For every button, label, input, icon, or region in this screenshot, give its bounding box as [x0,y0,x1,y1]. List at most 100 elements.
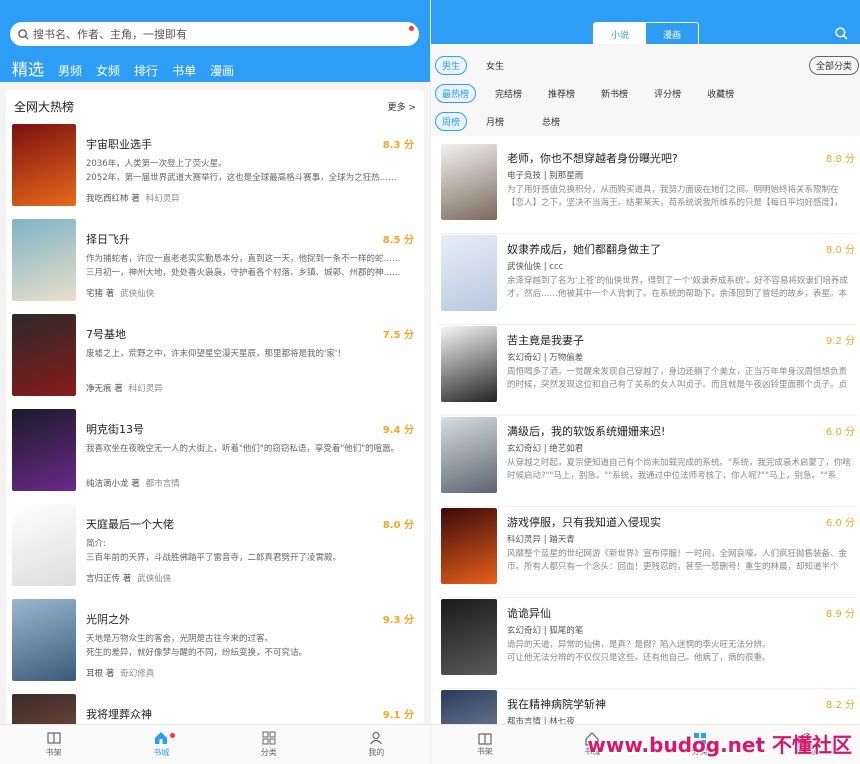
book-cover[interactable] [441,235,497,311]
ranking-pane: 小说 漫画 男生 女生 全部分类 最热榜 完结榜 推荐榜 新书榜 评分榜 收藏榜… [430,0,860,764]
book-author: 宅猪 著 [86,289,115,299]
notification-dot [169,733,175,738]
book-title: 天庭最后一个大佬 [86,518,174,531]
nav-category[interactable]: 分类 [215,725,323,764]
book-score: 8.8 分 [825,154,855,165]
tab-female[interactable]: 女频 [96,62,120,79]
rank-book-item[interactable]: 苦主竟是我妻子 9.2 分玄幻奇幻 | 万物偷差 周恒喝多了酒，一觉醒来发现自己穿越… [439,326,857,416]
book-title: 诡诡异仙 [507,607,551,620]
book-cover[interactable] [12,409,76,491]
book-cover[interactable] [441,326,497,402]
book-item[interactable]: 我将埋葬众神 9.1 分 [12,694,418,724]
channel-tabs: 精选 男频 女频 排行 书单 漫画 [12,56,248,80]
book-title: 我在精神病院学斩神 [507,698,606,711]
chip-completed[interactable]: 完结榜 [488,84,529,103]
book-title: 满级后，我的软饭系统姗姗来迟! [507,425,666,438]
rank-book-item[interactable]: 诡诡异仙 8.9 分玄幻奇幻 | 狐尾的笔诡异的天道，异常的仙佛，是真？是假？陷入… [439,599,857,689]
seg-novel[interactable]: 小说 [594,23,646,45]
book-item[interactable]: 天庭最后一个大佬 8.0 分简介: 三百年前的天界，斗战胜佛踏平了雷音寺，二郎真君… [12,504,418,598]
tab-comics[interactable]: 漫画 [210,62,234,79]
book-cover[interactable] [441,144,497,220]
book-desc: 诡异的天道，异常的仙佛，是真？是假？陷入迷惘的李火旺无法分辨。 可让他无法分辨的… [507,640,771,663]
tab-booklist[interactable]: 书单 [172,62,196,79]
more-link[interactable]: 更多 > [388,100,416,113]
ranking-header: 小说 漫画 [431,0,860,46]
bookstore-pane: 搜书名、作者、主角，一搜即有 精选 男频 女频 排行 书单 漫画 全网大热榜 更… [0,0,430,764]
tab-featured[interactable]: 精选 [12,56,44,80]
chip-new[interactable]: 新书榜 [594,84,635,103]
user-icon [370,731,383,745]
book-author: 纯洁滴小龙 著 [86,479,140,489]
book-score: 7.5 分 [382,330,414,341]
book-score: 6.0 分 [825,427,855,438]
book-title: 宇宙职业选手 [86,138,152,151]
book-category: 都市言情 [145,479,180,489]
book-cover[interactable] [12,314,76,396]
book-cover[interactable] [441,508,497,584]
book-cover[interactable] [12,599,76,681]
book-score: 9.3 分 [382,615,414,626]
book-item[interactable]: 择日飞升 8.5 分作为捕蛇者，许应一直老老实实勤恳本分，直到这一天，他捉到一条不… [12,219,418,313]
chip-rating[interactable]: 评分榜 [647,84,688,103]
search-icon[interactable] [835,27,848,40]
chip-favorites[interactable]: 收藏榜 [700,84,741,103]
book-title: 老师，你也不想穿越者身份曝光吧? [507,152,678,165]
book-cover[interactable] [12,219,76,301]
book-title: 明克街13号 [86,423,144,436]
nav-mine[interactable]: 我的 [323,725,431,764]
nav-label: 书城 [153,748,170,757]
chip-total[interactable]: 总榜 [535,112,567,131]
tab-male[interactable]: 男频 [58,62,82,79]
book-score: 8.0 分 [825,245,855,256]
book-title: 光阴之外 [86,613,130,626]
app-root: 搜书名、作者、主角，一搜即有 精选 男频 女频 排行 书单 漫画 全网大热榜 更… [0,0,860,764]
chip-monthly[interactable]: 月榜 [479,112,511,131]
book-meta: 言归正传 著武侠仙侠 [86,572,171,584]
nav-bookshelf[interactable]: 书架 [431,725,539,764]
search-input[interactable]: 搜书名、作者、主角，一搜即有 [10,22,419,46]
book-score: 8.5 分 [382,235,414,246]
chip-female[interactable]: 女生 [479,56,511,75]
book-meta: 玄幻奇幻 | 狐尾的笔 [507,626,584,636]
nav-label: 书架 [476,747,493,756]
chip-hottest[interactable]: 最热榜 [435,84,477,103]
book-meta: 科幻灵异 | 踏天青 [507,535,575,545]
book-title: 择日飞升 [86,233,130,246]
rank-book-item[interactable]: 满级后，我的软饭系统姗姗来迟! 6.0 分玄幻奇幻 | 绝艺如君 从穿越之时起，夏宗… [439,417,857,507]
book-item[interactable]: 宇宙职业选手 8.3 分 2036年，人类第一次登上了荧火星。 2052年，第一届世… [12,124,418,218]
nav-bookshelf[interactable]: 书架 [0,725,108,764]
book-cover[interactable] [441,599,497,675]
tab-ranking[interactable]: 排行 [134,62,158,79]
book-score: 9.2 分 [825,336,855,347]
rank-book-item[interactable]: 游戏停服，只有我知道入侵现实 6.0 分科幻灵异 | 踏天青 风靡整个蓝星的世纪网游… [439,508,857,598]
book-item[interactable]: 光阴之外 9.3 分天地是万物众生的客舍，光阴是古往今来的过客。 死生的差异，就好… [12,599,418,693]
book-cover[interactable] [12,124,76,206]
book-score: 9.4 分 [382,425,414,436]
bottom-nav: 书架 书城 分类 我的 [0,724,430,764]
book-desc: 周恒喝多了酒，一觉醒来发现自己穿越了，身边还躺了个美女，正当万年单身汉周恒想负责… [507,367,848,390]
book-desc: 从穿越之时起，夏宗便知道自己有个尚未加载完成的系统。"系统，我完成衰术启蒙了，你… [507,458,851,481]
book-cover[interactable] [12,694,76,724]
chip-weekly[interactable]: 周榜 [435,112,468,131]
book-desc: 我喜欢坐在夜晚空无一人的大街上，听着"他们"的窃窃私语，享受着"他们"的喧嚣。 [86,444,400,454]
book-score: 8.9 分 [825,609,855,620]
chip-recommended[interactable]: 推荐榜 [541,84,582,103]
book-item[interactable]: 明克街13号 9.4 分我喜欢坐在夜晚空无一人的大街上，听着"他们"的窃窃私语，享… [12,409,418,503]
rank-type-filter: 最热榜 完结榜 推荐榜 新书榜 评分榜 收藏榜 [435,84,753,103]
all-categories-button[interactable]: 全部分类 [808,56,859,75]
notification-dot [409,26,414,31]
book-item[interactable]: 7号基地 7.5 分废墟之上，荒野之中，许末仰望星空漫天星辰，那里都将是我的'家'… [12,314,418,408]
chip-male[interactable]: 男生 [435,56,468,75]
book-cover[interactable] [12,504,76,586]
gender-filter: 男生 女生 [435,56,523,75]
book-category: 科幻灵异 [128,384,163,394]
nav-label: 我的 [368,748,385,757]
book-category: 武侠仙侠 [120,289,155,299]
rank-book-item[interactable]: 老师，你也不想穿越者身份曝光吧? 8.8 分电子竞技 | 别那星雨 为了用好感值兑换… [439,144,857,234]
seg-comic[interactable]: 漫画 [646,23,698,45]
search-icon [18,28,29,40]
rank-book-item[interactable]: 奴隶养成后，她们都翻身做主了 8.0 分武侠仙侠 | ccc 余泽穿越到了名为'上苍… [439,235,857,325]
book-meta: 净无痕 著科幻灵异 [86,382,163,394]
nav-bookstore[interactable]: 书城 [108,725,216,764]
book-cover[interactable] [441,417,497,493]
